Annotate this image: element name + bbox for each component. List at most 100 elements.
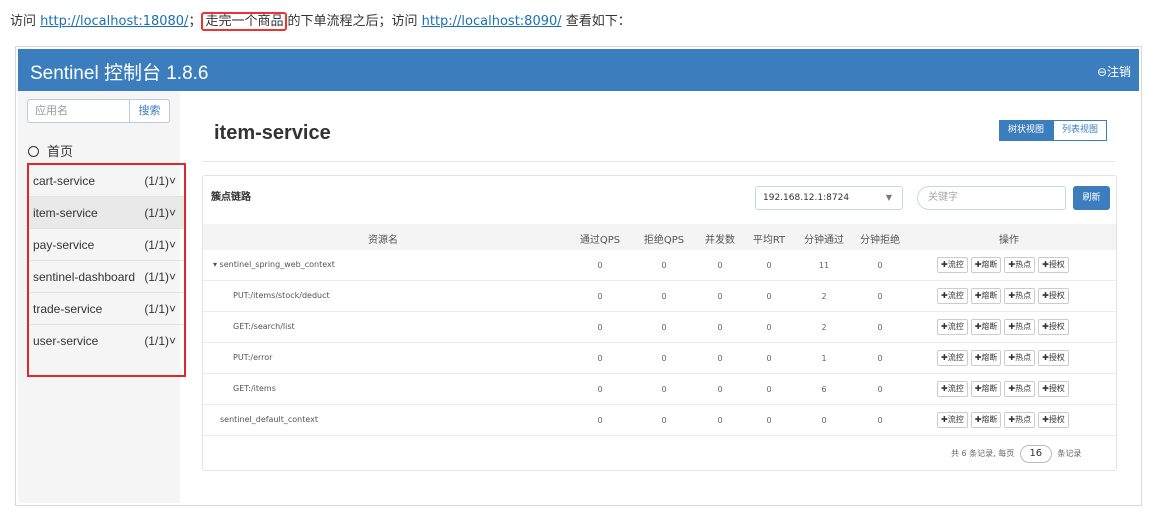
highlighted-text: 走完一个商品 [201,12,288,31]
row-actions: ✚流控 ✚熔断 ✚热点 ✚授权 [937,257,1072,273]
divider [202,161,1115,162]
sidebar-item-user-service[interactable]: user-service (1/1)˅ [29,325,184,357]
degrade-rule-button[interactable]: ✚熔断 [970,319,1002,335]
flow-rule-button[interactable]: ✚流控 [937,412,968,428]
metric-value: 0 [717,385,723,394]
resource-name: PUT:/error [233,353,273,362]
param-flow-button[interactable]: ✚热点 [1004,257,1036,273]
intro-sep: ； [188,14,202,29]
row-actions: ✚流控 ✚熔断 ✚热点 ✚授权 [937,319,1072,335]
intro-middle: 的下单流程之后；访问 [287,14,422,29]
degrade-rule-button[interactable]: ✚熔断 [970,412,1002,428]
metric-value: 0 [717,354,723,363]
metric-value: 0 [597,385,603,394]
authority-button[interactable]: ✚授权 [1038,288,1069,304]
metric-value: 0 [597,261,603,270]
param-flow-button[interactable]: ✚热点 [1004,319,1036,335]
metric-value: 0 [661,354,667,363]
metric-value: 0 [717,323,723,332]
link-8090[interactable]: http://localhost:8090/ [422,14,562,29]
authority-button[interactable]: ✚授权 [1038,350,1069,366]
metric-value: 0 [877,416,883,425]
page-size-input[interactable]: 16 [1019,445,1052,463]
app-name-input[interactable]: 应用名 [27,99,130,123]
authority-button[interactable]: ✚授权 [1038,319,1069,335]
param-flow-button[interactable]: ✚热点 [1004,412,1036,428]
flow-rule-button[interactable]: ✚流控 [937,257,968,273]
machine-select[interactable]: 192.168.12.1:8724 ▼ [755,186,903,210]
metric-value: 0 [877,323,883,332]
home-label: 首页 [47,145,74,160]
resource-name: PUT:/items/stock/deduct [233,291,330,300]
app-name: cart-service [33,174,96,188]
authority-button[interactable]: ✚授权 [1038,257,1069,273]
metric-value: 0 [717,416,723,425]
col-resource: 资源名 [368,235,398,246]
sidebar-item-sentinel-dashboard[interactable]: sentinel-dashboard (1/1)˅ [29,261,184,293]
metric-value: 0 [766,261,772,270]
view-switch: 树状视图 列表视图 [998,120,1107,141]
panel-title: 簇点链路 [211,192,251,203]
sidebar-item-home[interactable]: 首页 [28,141,73,160]
param-flow-button[interactable]: ✚热点 [1004,350,1036,366]
resource-name: sentinel_default_context [220,415,319,424]
degrade-rule-button[interactable]: ✚熔断 [970,350,1002,366]
sentinel-screenshot: Sentinel 控制台 1.8.6 ⊖注销 应用名 搜索 首页 cart-se… [15,46,1142,506]
metric-value: 0 [717,261,723,270]
resource-panel: 簇点链路 192.168.12.1:8724 ▼ 关键字 刷新 资源名 通过QPS… [202,175,1117,471]
app-name: pay-service [33,238,95,252]
metric-value: 0 [661,261,667,270]
metric-value: 0 [597,416,603,425]
app-name: trade-service [33,302,103,316]
resource-name: ▾ sentinel_spring_web_context [213,260,335,269]
degrade-rule-button[interactable]: ✚熔断 [970,257,1002,273]
resource-name: GET:/search/list [233,322,295,331]
table-row: GET:/search/list 0 0 0 0 2 0 ✚流控 ✚熔断 ✚热点 ✚授权 [203,312,1116,343]
sidebar-item-cart-service[interactable]: cart-service (1/1)˅ [29,165,184,197]
page-title: item-service [214,122,331,144]
sidebar-item-item-service[interactable]: item-service (1/1)˅ [29,197,184,229]
metric-value: 0 [821,416,827,425]
param-flow-button[interactable]: ✚热点 [1004,381,1036,397]
flow-rule-button[interactable]: ✚流控 [937,381,968,397]
authority-button[interactable]: ✚授权 [1038,381,1069,397]
flow-rule-button[interactable]: ✚流控 [937,288,968,304]
metric-value: 0 [661,292,667,301]
metric-value: 0 [766,354,772,363]
table-row: ▾ sentinel_spring_web_context 0 0 0 0 11 0 ✚流控 ✚… [203,250,1116,281]
col-pass-qps: 通过QPS [579,235,621,246]
metric-value: 2 [821,323,827,332]
keyword-placeholder: 关键字 [928,192,958,203]
degrade-rule-button[interactable]: ✚熔断 [970,381,1002,397]
intro-text: 访问 http://localhost:18080/； 走完一个商品 的下单流程之后… [10,10,631,31]
app-title: Sentinel 控制台 1.8.6 [30,63,209,84]
sidebar-item-trade-service[interactable]: trade-service (1/1)˅ [29,293,184,325]
app-count: (1/1)˅ [144,238,176,252]
search-button[interactable]: 搜索 [130,99,170,123]
metric-value: 0 [766,323,772,332]
col-ops: 操作 [999,235,1019,246]
link-18080[interactable]: http://localhost:18080/ [40,14,188,29]
param-flow-button[interactable]: ✚热点 [1004,288,1036,304]
authority-button[interactable]: ✚授权 [1038,412,1069,428]
metric-value: 0 [877,354,883,363]
table-row: PUT:/items/stock/deduct 0 0 0 0 2 0 ✚流控 ✚熔断 ✚热点 ✚授… [203,281,1116,312]
caret-down-icon: ▼ [885,193,892,202]
app-name-placeholder: 应用名 [35,105,68,117]
list-view-button[interactable]: 列表视图 [1052,120,1107,141]
logout-link[interactable]: ⊖注销 [1097,63,1131,80]
metric-value: 0 [717,292,723,301]
keyword-input[interactable]: 关键字 [917,186,1066,210]
refresh-button[interactable]: 刷新 [1073,186,1110,210]
metric-value: 0 [597,323,603,332]
machine-select-value: 192.168.12.1:8724 [763,193,850,203]
tree-view-button[interactable]: 树状视图 [998,120,1053,141]
flow-rule-button[interactable]: ✚流控 [937,350,968,366]
flow-rule-button[interactable]: ✚流控 [937,319,968,335]
table-row: GET:/items 0 0 0 0 6 0 ✚流控 ✚熔断 ✚热点 ✚授权 [203,374,1116,405]
app-count: (1/1)˅ [144,174,176,188]
metric-value: 0 [766,416,772,425]
app-name: sentinel-dashboard [33,270,136,284]
degrade-rule-button[interactable]: ✚熔断 [970,288,1002,304]
sidebar-item-pay-service[interactable]: pay-service (1/1)˅ [29,229,184,261]
